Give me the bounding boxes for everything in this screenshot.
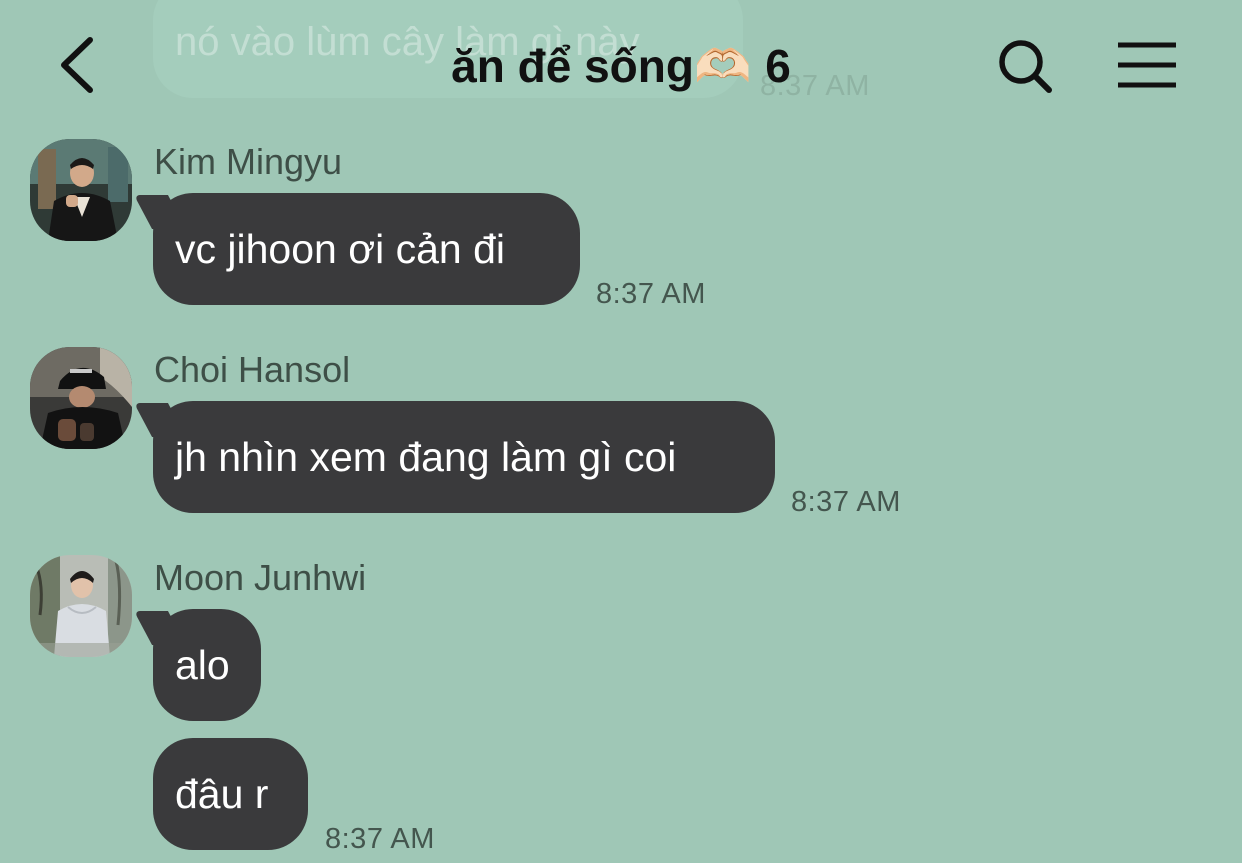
avatar-choi-hansol[interactable] <box>30 347 132 449</box>
profile-photo-moon-junhwi <box>30 555 132 657</box>
sender-name: Kim Mingyu <box>154 141 343 182</box>
hamburger-menu-icon <box>1118 42 1176 88</box>
message-bubble[interactable]: jh nhìn xem đang làm gì coi <box>153 401 775 513</box>
message-bubble[interactable]: alo <box>153 609 261 721</box>
profile-photo-kim-mingyu <box>30 139 132 241</box>
message-time: 8:37 AM <box>596 278 706 310</box>
search-button[interactable] <box>995 36 1055 96</box>
sender-name: Moon Junhwi <box>154 557 367 598</box>
member-count: 6 <box>765 40 791 92</box>
message-time: 8:37 AM <box>325 823 435 855</box>
message-bubble[interactable]: vc jihoon ơi cản đi <box>153 193 580 305</box>
message-text: alo <box>175 642 230 688</box>
message-text: vc jihoon ơi cản đi <box>175 226 506 272</box>
message-text: jh nhìn xem đang làm gì coi <box>175 434 677 480</box>
chat-title[interactable]: ăn để sống🫶🏻 6 <box>0 38 1242 94</box>
message-bubble[interactable]: đâu r <box>153 738 308 850</box>
avatar-moon-junhwi[interactable] <box>30 555 132 657</box>
group-name: ăn để sống🫶🏻 <box>451 40 752 92</box>
chat-header: ăn để sống🫶🏻 6 <box>0 0 1242 130</box>
profile-photo-choi-hansol <box>30 347 132 449</box>
search-icon <box>999 40 1052 93</box>
sender-name: Choi Hansol <box>154 349 351 390</box>
message-time: 8:37 AM <box>791 486 901 518</box>
avatar-kim-mingyu[interactable] <box>30 139 132 241</box>
chat-screen: nó vào lùm cây làm gì này 8:37 AM ăn để … <box>0 0 1242 863</box>
message-text: đâu r <box>175 771 269 817</box>
menu-button[interactable] <box>1114 40 1180 90</box>
